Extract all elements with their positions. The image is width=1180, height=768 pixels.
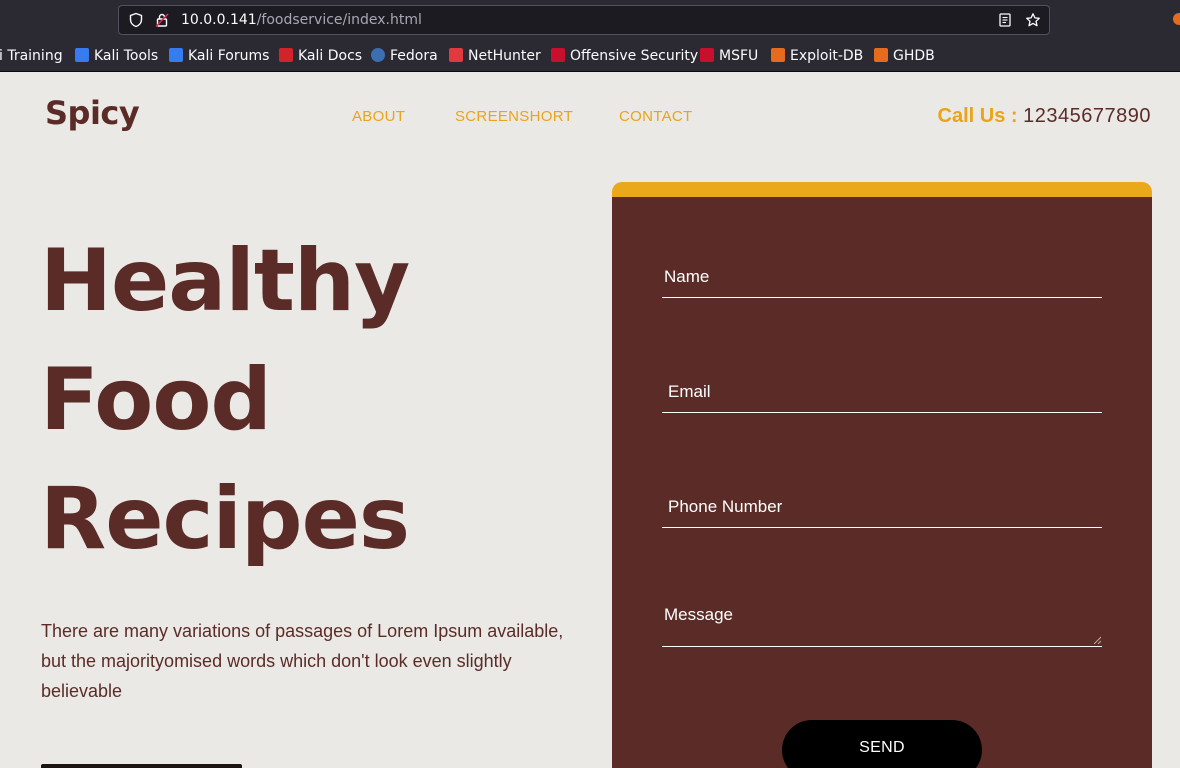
- bookmarks-toolbar: i Training Kali Tools Kali Forums Kali D…: [0, 40, 1180, 72]
- insecure-lock-icon[interactable]: [154, 12, 170, 28]
- call-label: Call Us :: [937, 105, 1018, 127]
- shield-icon[interactable]: [128, 12, 144, 28]
- phone-input[interactable]: Phone Number: [662, 492, 1102, 528]
- read-more-button[interactable]: [41, 764, 242, 768]
- bookmark-msfu[interactable]: MSFU: [700, 47, 758, 65]
- bookmark-offensive-security[interactable]: Offensive Security: [551, 47, 698, 65]
- bookmark-label: Kali Docs: [298, 48, 363, 64]
- hero-title: Healthy Food Recipes: [40, 222, 410, 579]
- nav-contact[interactable]: CONTACT: [619, 108, 692, 125]
- ghdb-icon: [874, 48, 888, 62]
- message-placeholder: Message: [664, 605, 733, 624]
- fedora-icon: [371, 48, 385, 62]
- site-logo[interactable]: Spicy: [45, 94, 140, 132]
- email-placeholder: Email: [668, 382, 711, 401]
- kali-forums-icon: [169, 48, 183, 62]
- message-textarea[interactable]: Message: [662, 600, 1102, 647]
- hero-title-line: Healthy: [40, 231, 410, 331]
- reader-view-icon[interactable]: [997, 12, 1013, 28]
- url-host: 10.0.0.141: [181, 12, 257, 28]
- hero-title-line: Recipes: [40, 469, 410, 569]
- url-path: /foodservice/index.html: [256, 12, 422, 28]
- phone-placeholder: Phone Number: [668, 497, 783, 516]
- bookmark-kali-forums[interactable]: Kali Forums: [169, 47, 269, 65]
- page-content: Spicy ABOUT SCREENSHORT CONTACT Call Us …: [0, 72, 1180, 768]
- call-us: Call Us : 12345677890: [938, 105, 1151, 128]
- extension-icon[interactable]: [1173, 13, 1180, 25]
- kali-docs-icon: [279, 48, 293, 62]
- bookmark-fedora[interactable]: Fedora: [371, 47, 438, 65]
- bookmark-exploit-db[interactable]: Exploit-DB: [771, 47, 863, 65]
- nav-screenshort[interactable]: SCREENSHORT: [455, 108, 573, 125]
- url-text[interactable]: 10.0.0.141/foodservice/index.html: [181, 12, 422, 28]
- bookmark-kali-training[interactable]: i Training: [0, 47, 63, 65]
- kali-tools-icon: [75, 48, 89, 62]
- offsec-icon: [551, 48, 565, 62]
- bookmark-star-icon[interactable]: [1025, 12, 1041, 28]
- name-input[interactable]: Name: [662, 262, 1102, 298]
- hero-title-line: Food: [40, 350, 272, 450]
- bookmark-label: NetHunter: [468, 48, 541, 64]
- bookmark-label: Offensive Security: [570, 48, 699, 64]
- resize-handle-icon[interactable]: [1093, 636, 1101, 644]
- address-bar[interactable]: 10.0.0.141/foodservice/index.html: [118, 5, 1050, 35]
- bookmark-label: i Training: [0, 48, 63, 64]
- exploit-db-icon: [771, 48, 785, 62]
- email-input[interactable]: Email: [662, 377, 1102, 413]
- send-button[interactable]: SEND: [782, 720, 982, 768]
- call-number: 12345677890: [1023, 105, 1151, 127]
- bookmark-label: Kali Tools: [94, 48, 159, 64]
- bookmark-label: Kali Forums: [188, 48, 270, 64]
- nethunter-icon: [449, 48, 463, 62]
- bookmark-kali-docs[interactable]: Kali Docs: [279, 47, 362, 65]
- msfu-icon: [700, 48, 714, 62]
- bookmark-ghdb[interactable]: GHDB: [874, 47, 935, 65]
- nav-about[interactable]: ABOUT: [352, 108, 405, 125]
- hero-description: There are many variations of passages of…: [41, 621, 564, 701]
- bookmark-label: Exploit-DB: [790, 48, 864, 64]
- bookmark-label: GHDB: [893, 48, 935, 64]
- bookmark-kali-tools[interactable]: Kali Tools: [75, 47, 158, 65]
- bookmark-label: Fedora: [390, 48, 438, 64]
- browser-toolbar: 10.0.0.141/foodservice/index.html: [0, 0, 1180, 40]
- bookmark-nethunter[interactable]: NetHunter: [449, 47, 541, 65]
- bookmark-label: MSFU: [719, 48, 759, 64]
- name-placeholder: Name: [664, 267, 710, 286]
